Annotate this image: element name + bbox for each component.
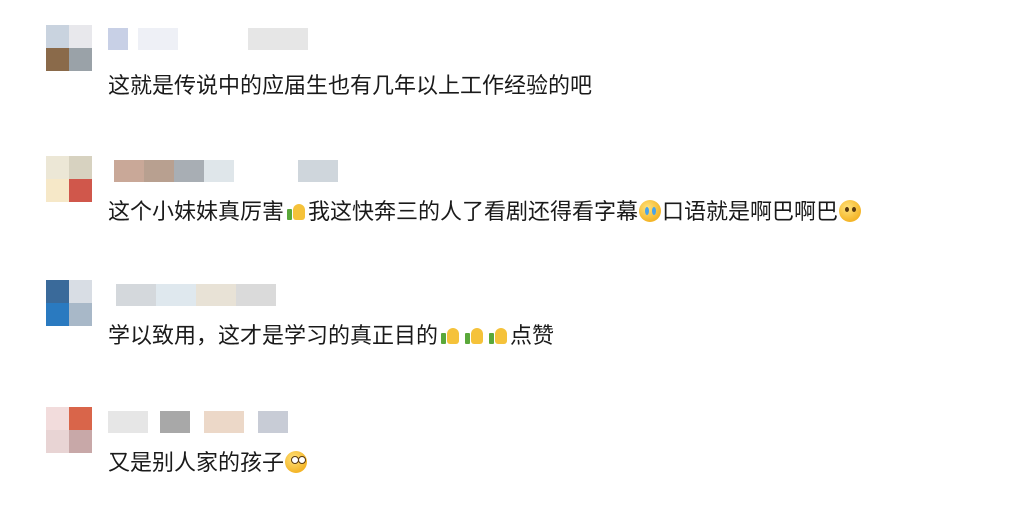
avatar[interactable] xyxy=(46,25,92,71)
username-blur-block xyxy=(108,28,128,50)
username-blur-block xyxy=(236,284,276,306)
thumbs-up-icon xyxy=(439,324,461,346)
avatar-pixel xyxy=(46,179,69,202)
avatar-pixel xyxy=(69,25,92,48)
username-blur-block xyxy=(116,284,156,306)
sobbing-face-icon xyxy=(839,200,862,222)
username-blurred[interactable] xyxy=(108,411,428,433)
username-blur-block xyxy=(298,160,338,182)
username-blur-block xyxy=(174,160,204,182)
avatar-pixel xyxy=(69,179,92,202)
comment-text-segment: 我这快奔三的人了看剧还得看字幕 xyxy=(308,200,639,225)
avatar-pixel xyxy=(69,303,92,326)
comment-text-segment: 这个小妹妹真厉害 xyxy=(108,200,285,225)
avatar-pixel xyxy=(46,280,69,303)
username-blur-block xyxy=(248,28,308,50)
comment-text-segment: 又是别人家的孩子 xyxy=(108,451,285,476)
avatar-pixel xyxy=(69,280,92,303)
comment-text: 这个小妹妹真厉害 我这快奔三的人了看剧还得看字幕 口语就是啊巴啊巴 xyxy=(108,198,862,228)
avatar[interactable] xyxy=(46,280,92,326)
avatar-pixel xyxy=(46,303,69,326)
avatar-pixel xyxy=(69,407,92,430)
comment-text-segment: 口语就是啊巴啊巴 xyxy=(662,200,839,225)
thumbs-up-icon xyxy=(487,324,509,346)
avatar-pixel xyxy=(46,430,69,453)
avatar-pixel xyxy=(46,25,69,48)
username-blur-block xyxy=(156,284,196,306)
avatar[interactable] xyxy=(46,407,92,453)
comment-text: 又是别人家的孩子 xyxy=(108,449,308,479)
username-blur-block xyxy=(204,411,244,433)
avatar-pixel xyxy=(69,156,92,179)
comment-item: 学以致用，这才是学习的真正目的 点赞 xyxy=(0,278,1024,378)
username-blur-block xyxy=(138,28,178,50)
avatar-pixel xyxy=(46,407,69,430)
username-blur-block xyxy=(196,284,236,306)
crying-face-icon xyxy=(639,200,662,222)
comment-text: 学以致用，这才是学习的真正目的 点赞 xyxy=(108,322,554,352)
avatar-pixel xyxy=(46,48,69,71)
avatar[interactable] xyxy=(46,156,92,202)
flushed-face-icon xyxy=(285,451,308,473)
username-blur-block xyxy=(258,411,288,433)
thumbs-up-icon xyxy=(463,324,485,346)
comment-item: 这个小妹妹真厉害 我这快奔三的人了看剧还得看字幕 口语就是啊巴啊巴 xyxy=(0,150,1024,250)
username-blurred[interactable] xyxy=(108,160,428,182)
comment-item: 又是别人家的孩子 xyxy=(0,405,1024,505)
username-blur-block xyxy=(204,160,234,182)
comment-text-segment: 点赞 xyxy=(510,324,555,349)
comment-item: 这就是传说中的应届生也有几年以上工作经验的吧 xyxy=(0,20,1024,120)
username-blurred[interactable] xyxy=(108,28,428,50)
comment-text-segment: 学以致用，这才是学习的真正目的 xyxy=(108,324,439,349)
username-blur-block xyxy=(108,411,148,433)
username-blurred[interactable] xyxy=(108,284,428,306)
comment-text-segment: 这就是传说中的应届生也有几年以上工作经验的吧 xyxy=(108,74,593,99)
username-blur-block xyxy=(144,160,174,182)
avatar-pixel xyxy=(69,48,92,71)
username-blur-block xyxy=(114,160,144,182)
avatar-pixel xyxy=(69,430,92,453)
thumbs-up-icon xyxy=(285,200,307,222)
username-blur-block xyxy=(160,411,190,433)
avatar-pixel xyxy=(46,156,69,179)
comment-text: 这就是传说中的应届生也有几年以上工作经验的吧 xyxy=(108,72,592,102)
